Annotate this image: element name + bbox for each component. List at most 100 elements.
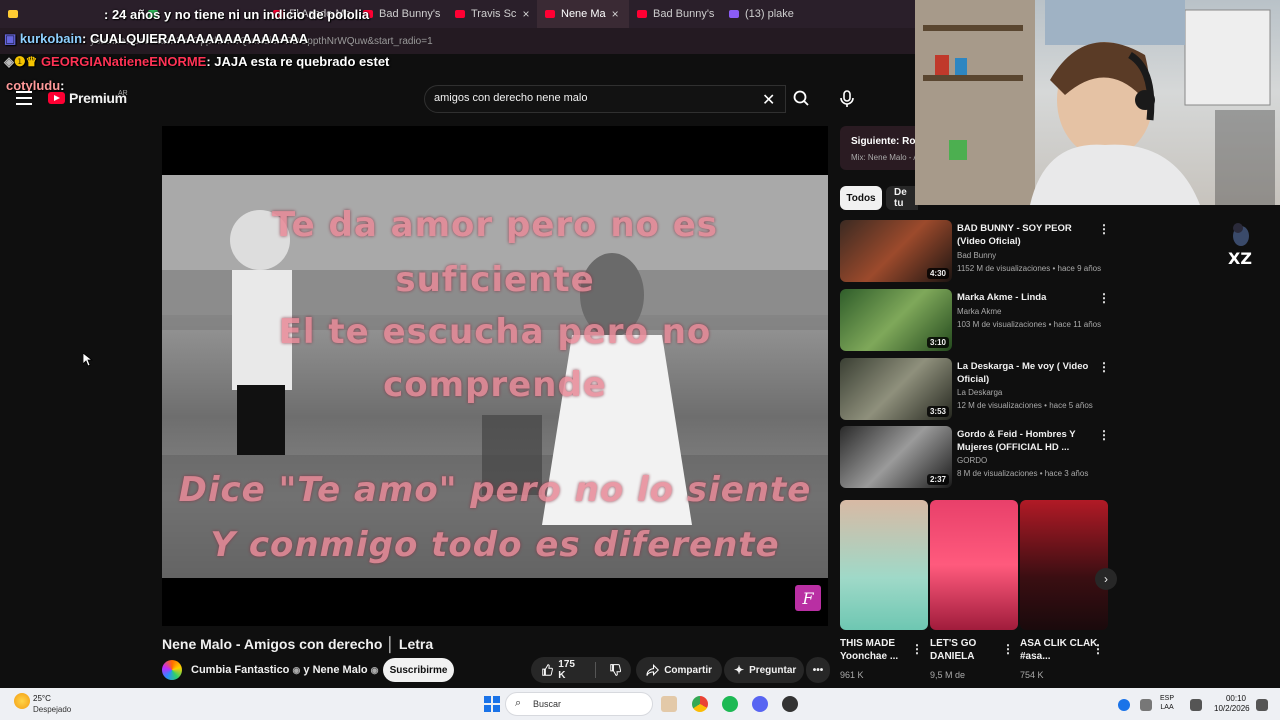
youtube-favicon-icon [455,10,465,18]
clock-date: 10/2/2026 [1214,704,1250,713]
recommendation-title[interactable]: Marka Akme - Linda [957,291,1097,304]
recommendation-title[interactable]: BAD BUNNY - SOY PEOR (Video Oficial) [957,222,1097,248]
file-explorer-icon[interactable] [661,696,677,712]
lyric-line: Y conmigo todo es diferente [210,525,780,565]
browser-tab[interactable]: (13) plake [721,0,815,28]
duration-badge: 3:10 [926,337,949,348]
microphone-icon[interactable] [1140,699,1152,711]
weather-temperature[interactable]: 25°C [33,694,51,703]
chat-line: ◈❶♛ GEORGIANatieneENORME: JAJA esta re q… [4,54,389,70]
short-thumbnail[interactable] [1020,500,1108,630]
more-vertical-icon[interactable]: ⋮ [911,642,923,656]
microphone-icon [840,90,854,107]
recommendation-title[interactable]: Gordo & Feid - Hombres Y Mujeres (OFFICI… [957,428,1097,454]
short-thumbnail[interactable] [930,500,1018,630]
tray-app-icon[interactable] [1118,699,1130,711]
browser-tab-active[interactable]: Nene Ma × [537,0,629,28]
hamburger-menu-icon[interactable] [16,91,32,105]
clear-search-icon[interactable]: ✕ [762,90,775,110]
discord-icon[interactable] [752,696,768,712]
browser-tab[interactable]: Bad Bunny's× [629,0,721,28]
wifi-icon[interactable] [1190,699,1202,711]
chat-message: : JAJA esta re quebrado estet [206,54,390,69]
recommendation-title[interactable]: La Deskarga - Me voy ( Video Oficial) [957,360,1097,386]
short-views: 961 K [840,670,864,680]
recommendation-item[interactable]: 3:10 Marka Akme - Linda Marka Akme 103 M… [840,289,1110,353]
recommendation-item[interactable]: 3:53 La Deskarga - Me voy ( Video Oficia… [840,358,1110,422]
thumbs-down-icon[interactable] [609,663,621,677]
more-vertical-icon[interactable]: ⋮ [1098,360,1110,374]
ask-label: Preguntar [749,664,797,676]
video-frame[interactable]: Te da amor pero no es suficiente El te e… [162,175,828,578]
windows-start-icon[interactable] [484,696,500,712]
video-thumbnail[interactable]: 2:37 [840,426,952,488]
short-title[interactable]: LET'S GO DANIELA [930,637,1010,663]
view-count: 8 M de visualizaciones [957,469,1038,478]
channel-watermark[interactable]: F [795,585,821,611]
channel-name-2[interactable]: Nene Malo [313,664,368,676]
tab-favicon-icon [729,10,739,18]
youtube-favicon-icon [637,10,647,18]
channel-avatar[interactable] [162,660,182,680]
more-vertical-icon[interactable]: ⋮ [1098,291,1110,305]
short-thumbnail[interactable] [840,500,928,630]
like-button[interactable]: 175 K [541,659,582,681]
short-title[interactable]: THIS MADE Yoonchae ... [840,637,920,663]
more-vertical-icon[interactable]: ⋮ [1098,428,1110,442]
channel-name-1[interactable]: Cumbia Fantastico [191,664,289,676]
video-thumbnail[interactable]: 3:53 [840,358,952,420]
chip-from-channel[interactable]: De tu [886,186,918,210]
chip-all[interactable]: Todos [840,186,882,210]
chrome-icon[interactable] [692,696,708,712]
close-tab-icon[interactable]: × [612,7,619,21]
up-next-card[interactable] [840,126,920,170]
notifications-icon[interactable] [1256,699,1268,711]
video-thumbnail[interactable]: 4:30 [840,220,952,282]
recommendation-channel[interactable]: Bad Bunny [957,251,996,260]
lyric-line: suficiente [395,260,595,300]
recommendation-meta: 1152 M de visualizaciones • hace 9 años [957,264,1102,273]
taskbar-search-placeholder[interactable]: Buscar [533,699,561,709]
webcam-image [915,0,1275,205]
search-icon [793,90,809,106]
recommendation-channel[interactable]: GORDO [957,456,987,465]
bird-sticker-icon: XZ [1226,218,1256,268]
spotify-icon[interactable] [722,696,738,712]
close-tab-icon[interactable]: × [522,7,529,21]
duration-badge: 3:53 [926,406,949,417]
upload-age: hace 5 años [1049,401,1093,410]
recommendation-channel[interactable]: Marka Akme [957,307,1001,316]
more-vertical-icon[interactable]: ⋮ [1002,642,1014,656]
chat-line: ▣ kurkobain: CUALQUIERAAAAAAAAAAAAAAA [4,31,308,47]
tab-label: Nene Ma [561,8,606,20]
chevron-right-icon[interactable]: › [1095,568,1117,590]
upload-age: hace 9 años [1057,264,1102,273]
country-code: AR [118,90,128,97]
share-label: Compartir [664,664,712,676]
more-actions-button[interactable]: ••• [806,657,830,683]
taskbar-clock[interactable]: 00:10 10/2/2026 [1214,694,1250,714]
more-vertical-icon[interactable]: ⋮ [1092,642,1104,656]
duration-badge: 4:30 [926,268,949,279]
recommendation-item[interactable]: 4:30 BAD BUNNY - SOY PEOR (Video Oficial… [840,220,1110,284]
share-button[interactable]: Compartir [636,657,722,683]
subscribe-button[interactable]: Suscribirme [383,658,454,682]
recommendation-channel[interactable]: La Deskarga [957,388,1002,397]
taskbar-search-input[interactable] [505,692,653,716]
recommendation-item[interactable]: 2:37 Gordo & Feid - Hombres Y Mujeres (O… [840,426,1110,490]
voice-search-button[interactable] [836,87,858,111]
weather-icon[interactable] [14,693,30,709]
search-button[interactable] [786,85,816,113]
video-thumbnail[interactable]: 3:10 [840,289,952,351]
like-count: 175 K [558,659,575,681]
search-query[interactable]: amigos con derecho nene malo [434,92,587,104]
short-title[interactable]: ASA CLIK CLAK #asa... [1020,637,1100,663]
input-language[interactable]: ESP LAA [1160,694,1174,712]
channel-name[interactable]: Cumbia Fantastico ◉ y Nene Malo ◉ [191,664,379,676]
browser-tab[interactable]: Travis Sc × [447,0,537,28]
ask-button[interactable]: ✦ Preguntar [724,657,804,683]
youtube-logo[interactable]: Premium [48,90,127,106]
more-vertical-icon[interactable]: ⋮ [1098,222,1110,236]
weather-description[interactable]: Despejado [33,705,71,714]
obs-icon[interactable] [782,696,798,712]
